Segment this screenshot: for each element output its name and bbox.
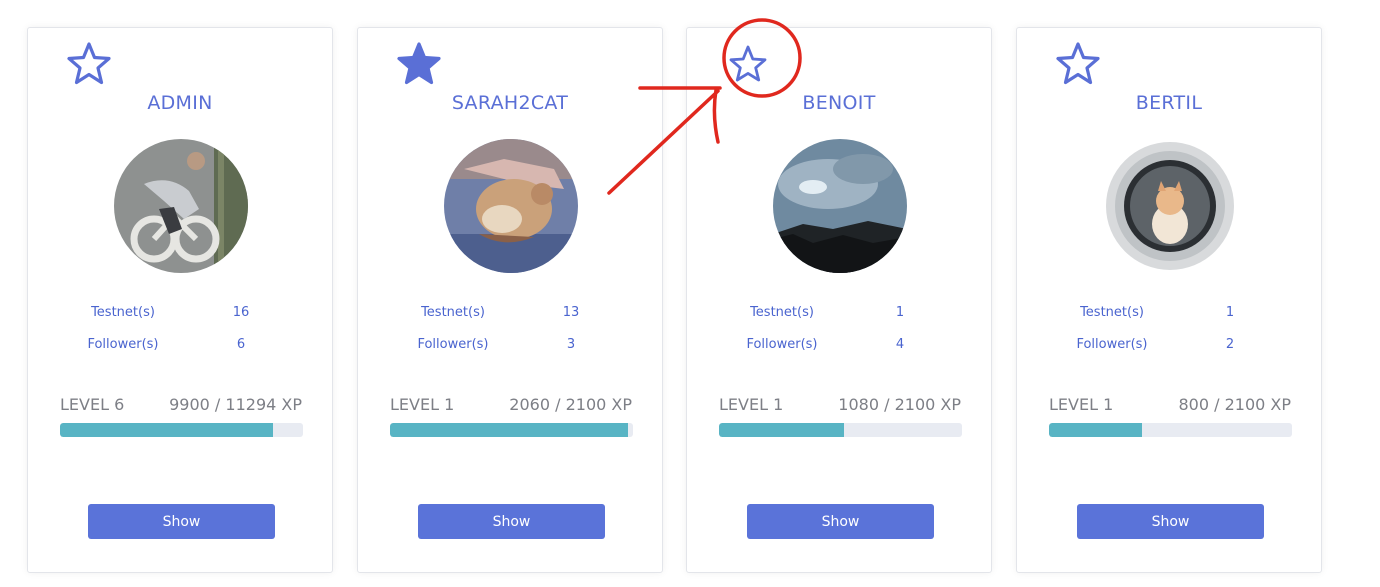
- level-label: LEVEL 1: [390, 395, 455, 414]
- user-name[interactable]: BERTIL: [1017, 92, 1321, 114]
- testnets-label: Testnet(s): [1080, 305, 1144, 320]
- show-button[interactable]: Show: [88, 504, 275, 539]
- level-label: LEVEL 1: [719, 395, 784, 414]
- user-card-grid: ADMIN Testnet(s) 16 Follower(s) 6 LEVEL …: [0, 0, 1380, 587]
- xp-progress-fill: [390, 423, 629, 437]
- testnets-label: Testnet(s): [750, 305, 814, 320]
- xp-progress-fill: [719, 423, 844, 437]
- followers-count: 4: [895, 337, 905, 352]
- user-name[interactable]: BENOIT: [687, 92, 991, 114]
- xp-progress-fill: [60, 423, 274, 437]
- followers-label: Follower(s): [1076, 337, 1148, 352]
- xp-label: 1080 / 2100 XP: [838, 395, 961, 414]
- followers-label: Follower(s): [746, 337, 818, 352]
- testnets-count: 16: [232, 305, 250, 320]
- user-avatar: [444, 139, 578, 273]
- user-avatar: [773, 139, 907, 273]
- xp-label: 9900 / 11294 XP: [169, 395, 302, 414]
- testnets-count: 1: [895, 305, 905, 320]
- user-card: SARAH2CAT Testnet(s) 13 Follower(s) 3 LE…: [357, 27, 663, 573]
- followers-label: Follower(s): [87, 337, 159, 352]
- favorite-star-icon[interactable]: [724, 41, 772, 87]
- testnets-label: Testnet(s): [421, 305, 485, 320]
- level-label: LEVEL 1: [1049, 395, 1114, 414]
- show-button[interactable]: Show: [747, 504, 934, 539]
- favorite-star-icon[interactable]: [1054, 41, 1102, 87]
- user-name[interactable]: SARAH2CAT: [358, 92, 662, 114]
- xp-label: 2060 / 2100 XP: [509, 395, 632, 414]
- favorite-star-icon[interactable]: [65, 41, 113, 87]
- user-name[interactable]: ADMIN: [28, 92, 332, 114]
- show-button[interactable]: Show: [1077, 504, 1264, 539]
- followers-count: 6: [236, 337, 246, 352]
- level-label: LEVEL 6: [60, 395, 125, 414]
- xp-progress-bar: [719, 423, 962, 437]
- xp-progress-fill: [1049, 423, 1142, 437]
- user-avatar: [114, 139, 248, 273]
- xp-progress-bar: [390, 423, 633, 437]
- user-card: ADMIN Testnet(s) 16 Follower(s) 6 LEVEL …: [27, 27, 333, 573]
- followers-count: 3: [566, 337, 576, 352]
- show-button[interactable]: Show: [418, 504, 605, 539]
- followers-count: 2: [1225, 337, 1235, 352]
- testnets-count: 13: [562, 305, 580, 320]
- xp-label: 800 / 2100 XP: [1178, 395, 1291, 414]
- user-card: BENOIT Testnet(s) 1 Follower(s) 4 LEVEL …: [686, 27, 992, 573]
- testnets-label: Testnet(s): [91, 305, 155, 320]
- testnets-count: 1: [1225, 305, 1235, 320]
- xp-progress-bar: [60, 423, 303, 437]
- user-card: BERTIL Testnet(s) 1 Follower(s) 2 LEVEL …: [1016, 27, 1322, 573]
- user-avatar: [1103, 139, 1237, 273]
- followers-label: Follower(s): [417, 337, 489, 352]
- favorite-star-filled-icon[interactable]: [395, 41, 443, 87]
- xp-progress-bar: [1049, 423, 1292, 437]
